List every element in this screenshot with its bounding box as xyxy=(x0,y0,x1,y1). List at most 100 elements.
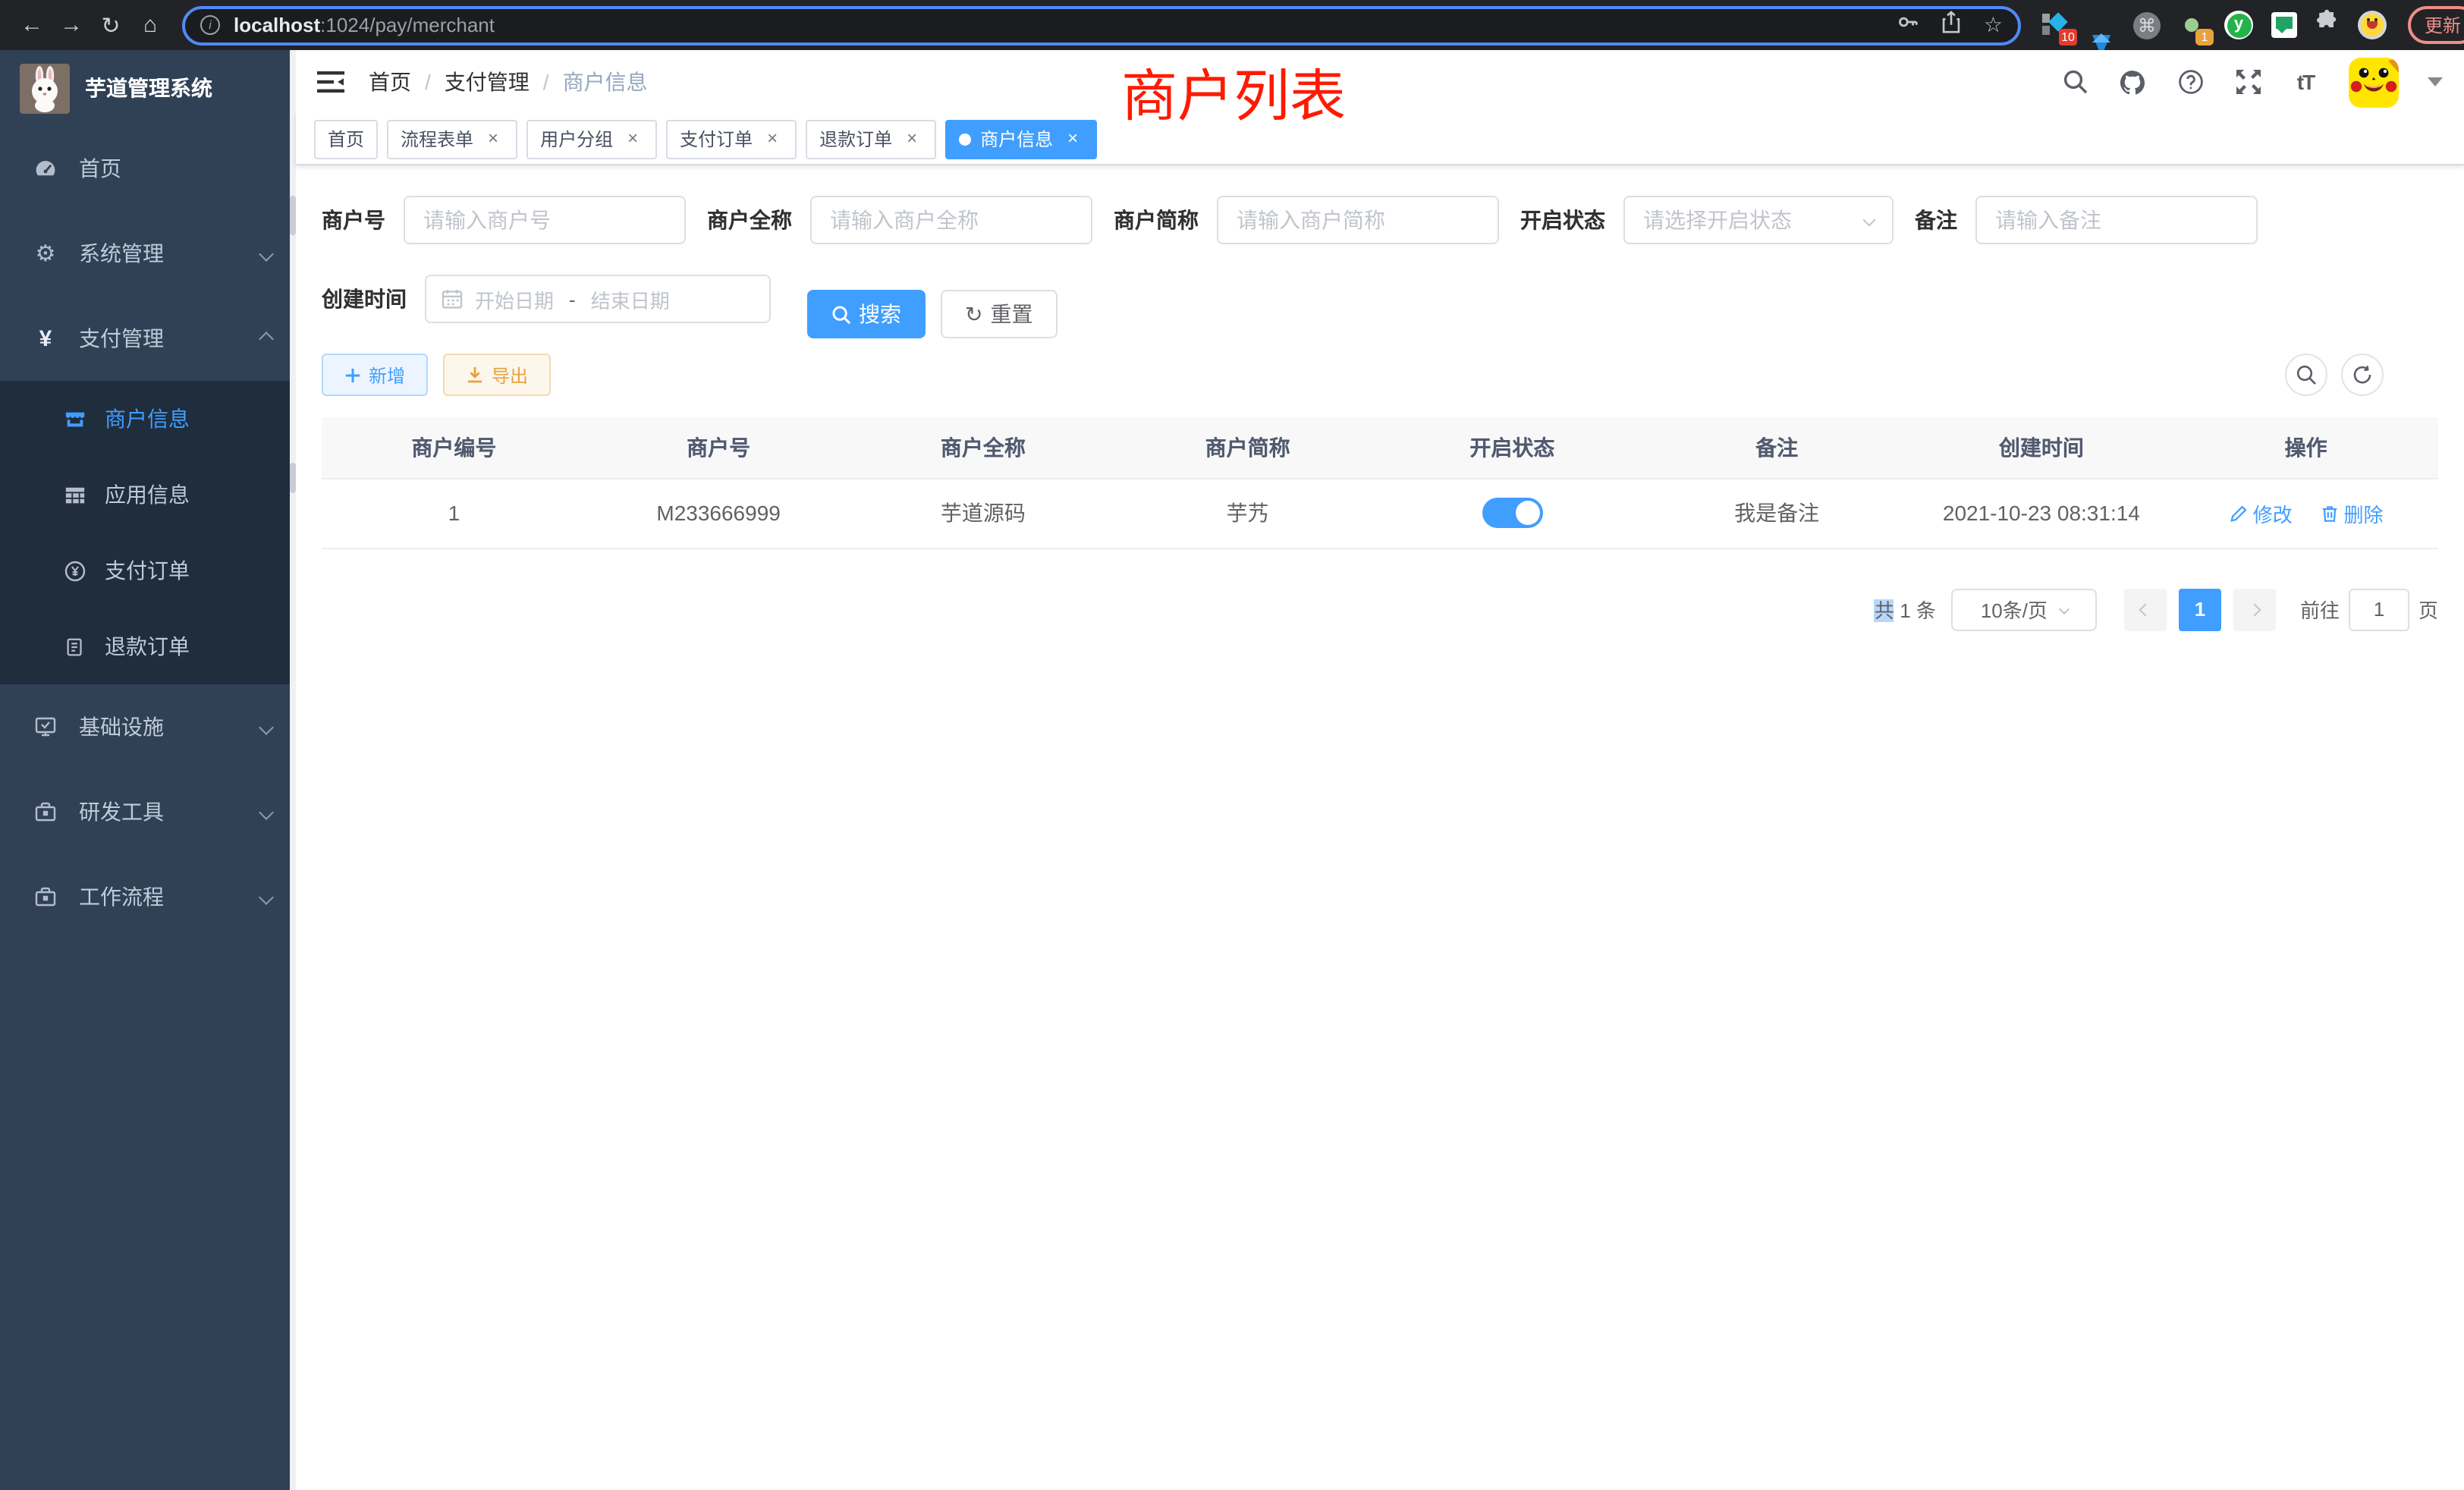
sidebar-item-app-info[interactable]: 应用信息 xyxy=(0,457,296,533)
status-toggle[interactable] xyxy=(1482,498,1542,528)
close-icon[interactable]: × xyxy=(762,128,783,149)
profile-emoji-icon[interactable] xyxy=(2358,11,2387,39)
top-navbar: 首页 / 支付管理 / 商户信息 tT xyxy=(296,50,2464,114)
export-button[interactable]: 导出 xyxy=(443,354,551,396)
sidebar-scrollbar[interactable] xyxy=(290,50,296,1490)
filter-label-full-name: 商户全称 xyxy=(707,205,792,235)
yen-circle-icon xyxy=(64,559,86,582)
search-button[interactable]: 搜索 xyxy=(807,290,926,338)
tab-user-group[interactable]: 用户分组× xyxy=(526,119,657,159)
store-icon xyxy=(64,407,86,430)
sidebar-collapse-icon[interactable] xyxy=(317,70,344,94)
sidebar-item-label: 支付订单 xyxy=(105,555,190,586)
key-icon[interactable] xyxy=(1897,10,1920,40)
close-icon[interactable]: × xyxy=(482,128,504,149)
url-bar[interactable]: i localhost:1024/pay/merchant ☆ xyxy=(182,5,2021,45)
app-logo-row[interactable]: 芋道管理系统 xyxy=(0,50,296,126)
avatar[interactable] xyxy=(2349,57,2399,107)
share-icon[interactable] xyxy=(1941,10,1963,40)
full-name-input[interactable] xyxy=(810,196,1092,244)
search-icon[interactable] xyxy=(2060,68,2089,96)
ext-command-icon[interactable]: ⌘ xyxy=(2133,11,2161,39)
page-size-select[interactable]: 10条/页 xyxy=(1951,588,2097,630)
refresh-table-button[interactable] xyxy=(2341,354,2384,396)
avatar-caret-icon[interactable] xyxy=(2428,77,2443,86)
sidebar-item-home[interactable]: 首页 xyxy=(0,126,296,211)
sidebar-item-label: 支付管理 xyxy=(79,323,164,354)
sidebar-item-pay[interactable]: ¥ 支付管理 xyxy=(0,296,296,381)
goto-page-input[interactable] xyxy=(2349,588,2409,630)
briefcase-icon xyxy=(33,800,58,824)
tab-home[interactable]: 首页 xyxy=(314,119,378,159)
browser-home-icon[interactable]: ⌂ xyxy=(130,12,170,38)
browser-reload-icon[interactable]: ↻ xyxy=(91,11,130,39)
short-name-input[interactable] xyxy=(1217,196,1499,244)
chevron-down-icon xyxy=(2058,604,2069,615)
close-icon[interactable]: × xyxy=(622,128,643,149)
fullscreen-icon[interactable] xyxy=(2233,68,2262,96)
sidebar-item-infra[interactable]: 基础设施 xyxy=(0,684,296,769)
active-dot xyxy=(959,133,971,145)
col-merchant-no: 商户号 xyxy=(586,417,851,478)
add-button[interactable]: 新增 xyxy=(322,354,428,396)
breadcrumb-pay[interactable]: 支付管理 xyxy=(445,67,530,97)
sidebar-item-pay-order[interactable]: 支付订单 xyxy=(0,533,296,608)
page-1-button[interactable]: 1 xyxy=(2179,588,2221,630)
status-select[interactable]: 请选择开启状态 xyxy=(1623,196,1894,244)
tab-merchant-info[interactable]: 商户信息× xyxy=(945,119,1097,159)
close-icon[interactable]: × xyxy=(901,128,922,149)
tab-pay-order[interactable]: 支付订单× xyxy=(666,119,797,159)
reset-button[interactable]: ↻重置 xyxy=(941,290,1057,338)
page-unit-label: 页 xyxy=(2418,595,2438,624)
sidebar-item-label: 基础设施 xyxy=(79,712,164,742)
sidebar-item-system[interactable]: ⚙ 系统管理 xyxy=(0,211,296,296)
ext-diamond-icon[interactable]: 10 xyxy=(2042,11,2070,39)
table-toolbar: 新增 导出 xyxy=(322,354,2438,396)
delete-link[interactable]: 删除 xyxy=(2320,498,2384,527)
calendar-icon xyxy=(442,288,463,310)
sidebar-item-merchant-info[interactable]: 商户信息 xyxy=(0,381,296,457)
bookmark-star-icon[interactable]: ☆ xyxy=(1984,12,2003,38)
page-content: 商户号 商户全称 商户简称 开启状态 请选择开启状态 xyxy=(296,165,2464,630)
help-icon[interactable] xyxy=(2176,68,2205,96)
breadcrumb-home[interactable]: 首页 xyxy=(369,67,411,97)
col-short-name: 商户简称 xyxy=(1115,417,1380,478)
browser-back-icon[interactable]: ← xyxy=(12,12,52,38)
sidebar-item-devtools[interactable]: 研发工具 xyxy=(0,769,296,854)
remark-input[interactable] xyxy=(1975,196,2258,244)
ext-y-icon[interactable]: y xyxy=(2224,11,2253,39)
github-icon[interactable] xyxy=(2118,68,2147,96)
info-icon[interactable]: i xyxy=(200,15,220,35)
edit-link[interactable]: 修改 xyxy=(2229,498,2293,527)
extensions-puzzle-icon[interactable] xyxy=(2315,9,2340,41)
prev-page-button[interactable] xyxy=(2124,588,2167,630)
ext-chat-icon[interactable] xyxy=(2271,12,2297,38)
close-icon[interactable]: × xyxy=(1062,128,1083,149)
filter-label-status: 开启状态 xyxy=(1520,205,1605,235)
mch-no-input[interactable] xyxy=(404,196,686,244)
ext-kite-icon[interactable] xyxy=(2088,11,2115,39)
end-date-placeholder[interactable]: 结束日期 xyxy=(591,284,670,313)
show-search-toggle-button[interactable] xyxy=(2285,354,2327,396)
url-text: localhost:1024/pay/merchant xyxy=(234,14,495,36)
extension-row: 10 ⌘ 1 y xyxy=(2042,9,2387,41)
col-created-at: 创建时间 xyxy=(1909,417,2174,478)
ext-recorder-icon[interactable]: 1 xyxy=(2179,11,2206,39)
grid-icon xyxy=(64,483,86,506)
breadcrumb-separator: / xyxy=(425,70,431,94)
create-time-range-input[interactable]: 开始日期 - 结束日期 xyxy=(425,275,771,323)
date-separator: - xyxy=(569,288,576,310)
font-size-icon[interactable]: tT xyxy=(2291,68,2320,96)
tab-refund-order[interactable]: 退款订单× xyxy=(806,119,936,159)
sidebar-item-refund-order[interactable]: 退款订单 xyxy=(0,608,296,684)
browser-update-button[interactable]: 更新 xyxy=(2408,6,2464,44)
start-date-placeholder[interactable]: 开始日期 xyxy=(475,284,554,313)
tab-process-form[interactable]: 流程表单× xyxy=(387,119,517,159)
sidebar-item-workflow[interactable]: 工作流程 xyxy=(0,854,296,939)
sidebar: 芋道管理系统 首页 ⚙ 系统管理 ¥ 支付管理 商户信息 xyxy=(0,50,296,1490)
browser-forward-icon[interactable]: → xyxy=(52,12,91,38)
sidebar-item-label: 应用信息 xyxy=(105,479,190,510)
next-page-button[interactable] xyxy=(2233,588,2276,630)
cell-merchant-id: 1 xyxy=(322,478,586,548)
col-actions: 操作 xyxy=(2173,417,2438,478)
